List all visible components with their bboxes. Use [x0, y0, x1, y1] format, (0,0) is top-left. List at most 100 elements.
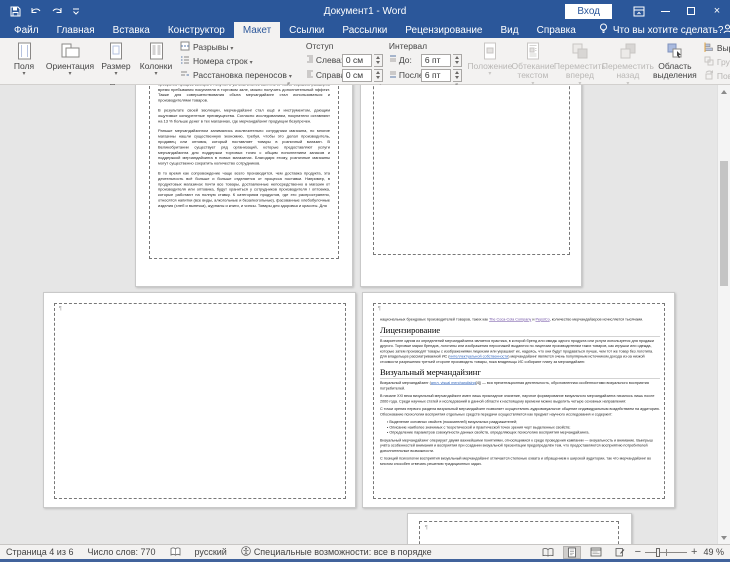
heading-visual-merchandising: Визуальный мерчандайзинг: [380, 368, 660, 379]
margins-button[interactable]: Поля: [4, 39, 44, 81]
word-window: Документ1 - Word Вход × Файл Главная Вст…: [0, 0, 730, 562]
align-button[interactable]: Выровнять: [704, 42, 730, 54]
send-backward-icon: [619, 41, 637, 61]
language-indicator[interactable]: русский: [195, 547, 227, 557]
minimize-button[interactable]: [652, 0, 678, 22]
tab-review[interactable]: Рецензирование: [396, 22, 491, 38]
size-button[interactable]: Размер: [96, 39, 136, 81]
tell-me-label: Что вы хотите сделать?: [612, 24, 724, 36]
save-icon[interactable]: [10, 6, 21, 17]
tab-home[interactable]: Главная: [48, 22, 104, 38]
zoom-level[interactable]: 49 %: [703, 547, 724, 557]
paragraph-mark: ¶: [425, 525, 428, 531]
lightbulb-icon: [599, 23, 608, 37]
spacing-before-icon: [389, 55, 397, 65]
ribbon-tab-row: Файл Главная Вставка Конструктор Макет С…: [0, 22, 730, 38]
page-indicator[interactable]: Страница 4 из 6: [6, 547, 73, 557]
spacing-after-input[interactable]: [420, 68, 451, 82]
hyphenation-button[interactable]: Расстановка переносов: [180, 69, 292, 81]
accessibility-status[interactable]: Специальные возможности: все в порядке: [241, 546, 432, 558]
indent-left-stepper[interactable]: [373, 53, 383, 67]
tell-me-box[interactable]: Что вы хотите сделать?: [599, 22, 724, 38]
scroll-down-icon[interactable]: [718, 531, 730, 544]
zoom-slider[interactable]: − +: [635, 546, 698, 558]
coca-cola-link[interactable]: The Coca-Cola Company: [489, 317, 531, 322]
scrollbar-thumb[interactable]: [720, 161, 728, 286]
tab-file[interactable]: Файл: [5, 22, 48, 38]
visual-merchandising-link[interactable]: англ. visual merchandising: [431, 381, 476, 386]
ribbon-group-arrange: Положение Обтекание текстом Переместить …: [466, 38, 730, 98]
qat-customize-icon[interactable]: [72, 7, 80, 15]
share-button[interactable]: Поделиться: [723, 22, 730, 38]
tab-view[interactable]: Вид: [492, 22, 528, 38]
align-icon: [704, 42, 714, 54]
group-icon: [704, 56, 714, 68]
close-button[interactable]: ×: [704, 0, 730, 22]
pepsico-link[interactable]: PepsiCo: [535, 317, 549, 322]
title-bar: Документ1 - Word Вход ×: [0, 0, 730, 22]
indent-right-stepper[interactable]: [373, 68, 383, 82]
indent-left-input[interactable]: [341, 53, 372, 67]
spacing-after-stepper[interactable]: [452, 68, 462, 82]
focus-mode-button[interactable]: [611, 546, 629, 559]
selection-pane-button[interactable]: Область выделения: [652, 39, 698, 87]
paragraph-mark: ¶: [378, 306, 381, 312]
print-layout-button[interactable]: [562, 545, 581, 559]
indent-right-input[interactable]: [341, 68, 372, 82]
read-mode-button[interactable]: [539, 546, 557, 559]
tab-layout[interactable]: Макет: [233, 22, 281, 38]
breaks-icon: [180, 41, 190, 53]
vertical-scrollbar[interactable]: [717, 85, 730, 544]
orientation-icon: [60, 41, 80, 61]
bring-forward-button: Переместить вперед: [554, 39, 606, 87]
columns-icon: [148, 41, 165, 61]
spacing-before-stepper[interactable]: [452, 53, 462, 67]
word-count[interactable]: Число слов: 770: [87, 547, 155, 557]
person-icon: [723, 24, 730, 37]
zoom-slider-thumb[interactable]: [655, 547, 660, 557]
zoom-in-icon[interactable]: +: [691, 546, 697, 558]
scroll-up-icon[interactable]: [718, 85, 730, 98]
web-layout-button[interactable]: [587, 546, 605, 559]
size-icon: [108, 41, 124, 61]
group-button: Группировать: [704, 56, 730, 68]
undo-icon[interactable]: [30, 6, 42, 16]
page-5: ¶ национальных брендовых производителей …: [362, 292, 675, 508]
page-4: ¶: [43, 292, 356, 508]
ribbon-display-options-icon[interactable]: [626, 0, 652, 22]
indent-right-icon: [306, 70, 314, 80]
redo-icon[interactable]: [51, 6, 63, 16]
tab-mailings[interactable]: Рассылки: [333, 22, 396, 38]
proofing-icon[interactable]: [170, 547, 181, 557]
dropdown-arrow: [154, 71, 157, 78]
spacing-header: Интервал: [388, 41, 428, 51]
indent-left-icon: [306, 55, 314, 65]
zoom-out-icon[interactable]: −: [635, 546, 641, 558]
send-backward-button: Переместить назад: [602, 39, 654, 87]
bullet-list: Выделение основных свойств (показателей)…: [387, 420, 660, 436]
tab-references[interactable]: Ссылки: [280, 22, 333, 38]
tab-insert[interactable]: Вставка: [104, 22, 159, 38]
spacing-before-input[interactable]: [420, 53, 451, 67]
sign-in-button[interactable]: Вход: [565, 3, 612, 19]
selection-pane-icon: [666, 41, 684, 61]
columns-button[interactable]: Колонки: [136, 39, 176, 81]
ribbon-group-page-setup: Поля Ориентация Размер Колонки: [0, 38, 298, 92]
hyphenation-icon: [180, 69, 190, 81]
intellectual-property-link[interactable]: интеллектуальной собственности: [450, 354, 509, 359]
page-5-text: национальных брендовых производителей то…: [380, 317, 660, 467]
page-2-text: Инструменты мерчандайзинга стали активно…: [158, 85, 330, 208]
line-numbers-button[interactable]: Номера строк: [180, 55, 292, 67]
accessibility-icon: [241, 546, 251, 558]
ribbon: Поля Ориентация Размер Колонки: [0, 38, 730, 98]
dropdown-arrow: [488, 71, 491, 78]
breaks-button[interactable]: Разрывы: [180, 41, 292, 53]
restore-button[interactable]: [678, 0, 704, 22]
tab-help[interactable]: Справка: [528, 22, 585, 38]
orientation-button[interactable]: Ориентация: [44, 39, 96, 81]
tab-design[interactable]: Конструктор: [159, 22, 234, 38]
document-canvas: Инструменты мерчандайзинга стали активно…: [0, 85, 730, 544]
bring-forward-icon: [571, 41, 589, 61]
dropdown-arrow: [22, 71, 25, 78]
indent-left-label: Слева:: [315, 55, 344, 65]
